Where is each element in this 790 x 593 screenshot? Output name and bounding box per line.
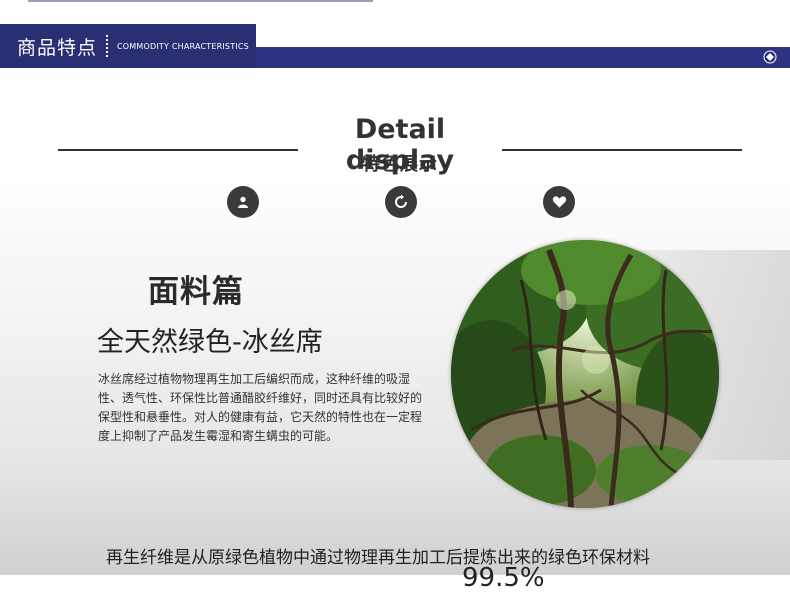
header-title: 商品特点 <box>17 36 98 59</box>
diamond-ornament-icon <box>763 50 777 64</box>
section-subtitle: 全天然绿色-冰丝席 <box>97 327 323 358</box>
section-description: 冰丝席经过植物物理再生加工后编织而成，这种纤维的吸湿性、透气性、环保性比普通醋胶… <box>98 372 423 443</box>
header-band <box>255 47 790 68</box>
forest-photo <box>451 240 719 508</box>
top-divider <box>28 0 373 2</box>
bottom-description: 再生纤维是从原绿色植物中通过物理再生加工后提炼出来的绿色环保材料 <box>106 548 650 568</box>
heart-icon <box>543 186 575 218</box>
header-separator <box>106 35 109 57</box>
heading-rule-right <box>502 149 742 151</box>
bottom-percentage: 99.5% <box>462 563 545 593</box>
user-icon <box>227 186 259 218</box>
section-title: 面料篇 <box>148 274 244 310</box>
section-header: 商品特点 COMMODITY CHARACTERISTICS <box>0 24 256 68</box>
header-subtitle: COMMODITY CHARACTERISTICS <box>117 41 249 51</box>
refresh-icon <box>385 186 417 218</box>
heading-rule-left <box>58 149 298 151</box>
heading-title-cn: 特色展示 <box>362 154 438 175</box>
